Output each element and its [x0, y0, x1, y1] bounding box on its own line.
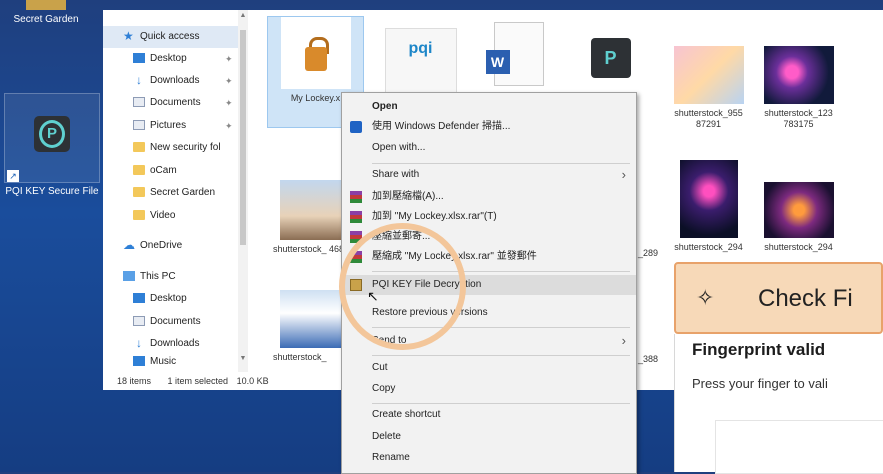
nav-pc-downloads[interactable]: ↓ Downloads: [133, 334, 199, 354]
folder-icon: [133, 210, 145, 221]
file-item-289[interactable]: _289: [633, 244, 663, 259]
download-icon: ↓: [136, 336, 142, 351]
status-selection: 1 item selected: [167, 376, 229, 386]
shortcut-arrow-icon: ↗: [7, 170, 19, 182]
star-icon: ★: [123, 29, 134, 44]
documents-icon: [133, 316, 145, 327]
file-item-word-doc[interactable]: W: [467, 18, 562, 90]
photo-thumbnail: [279, 180, 350, 240]
menu-item-cut[interactable]: Cut: [342, 358, 636, 378]
nav-pc-desktop[interactable]: Desktop: [133, 289, 187, 309]
photo-thumbnail: [279, 290, 350, 348]
status-item-count: 18 items: [117, 376, 152, 386]
nav-documents[interactable]: Documents: [133, 93, 201, 113]
file-item-pqi[interactable]: pqi: [373, 28, 468, 102]
fingerprint-title: Fingerprint valid: [692, 340, 826, 359]
fingerprint-instruction: Press your finger to vali: [692, 376, 828, 391]
desktop-folder-thumbnail: [26, 0, 66, 10]
documents-icon: [133, 97, 145, 108]
file-item-shutterstock-123783175[interactable]: shutterstock_123 783175: [751, 46, 846, 130]
file-item-shutterstock-294-b[interactable]: shutterstock_294: [751, 182, 846, 253]
pin-icon: ✦: [225, 121, 233, 131]
pc-icon: [123, 271, 135, 282]
folder-icon: [133, 165, 145, 176]
nav-downloads[interactable]: ↓ Downloads: [133, 71, 199, 91]
nav-scrollbar[interactable]: ▲ ▼: [238, 10, 248, 372]
nav-video[interactable]: Video: [133, 206, 175, 226]
fingerprint-overlay-panel: ✧ Check Fi Fingerprint valid Press your …: [674, 262, 883, 474]
nav-new-security-folder[interactable]: New security fol: [133, 138, 221, 158]
scroll-up-icon[interactable]: ▲: [238, 12, 248, 19]
panel-header-title: Check Fi: [758, 285, 853, 312]
photo-thumbnail: [673, 46, 744, 104]
music-icon: [133, 356, 145, 367]
menu-separator: [372, 355, 630, 356]
navigation-pane: ★ Quick access Desktop ✦ ↓ Downloads ✦ Doc…: [103, 10, 253, 372]
menu-item-defender-scan[interactable]: 使用 Windows Defender 掃描...: [342, 117, 636, 137]
shield-icon: [350, 121, 362, 133]
locked-file-icon: [280, 17, 351, 89]
photo-thumbnail: [679, 160, 738, 238]
desktop-pqi-key-label[interactable]: PQI KEY Secure File: [0, 186, 104, 197]
nav-secret-garden[interactable]: Secret Garden: [133, 183, 215, 203]
menu-item-delete[interactable]: Delete: [342, 427, 636, 447]
menu-item-share-with[interactable]: Share with ›: [342, 165, 636, 185]
highlight-circle-annotation: [339, 223, 466, 350]
photo-thumbnail: [763, 182, 834, 238]
nav-pictures[interactable]: Pictures: [133, 116, 186, 136]
pqi-app-icon: P: [575, 20, 646, 92]
menu-item-open-with[interactable]: Open with...: [342, 138, 636, 158]
file-item-shutterstock-95587291[interactable]: shutterstock_955 87291: [661, 46, 756, 130]
download-icon: ↓: [136, 73, 142, 88]
pin-icon: ✦: [225, 98, 233, 108]
pqi-thumbnail: pqi: [384, 28, 457, 102]
panel-header: ✧ Check Fi: [674, 262, 883, 334]
cloud-icon: ☁: [123, 238, 135, 253]
desktop-pqi-key-icon[interactable]: P ↗: [4, 93, 100, 183]
nav-pc-music[interactable]: Music: [133, 355, 176, 369]
nav-pc-documents[interactable]: Documents: [133, 312, 201, 332]
nav-desktop[interactable]: Desktop: [133, 49, 187, 69]
pqi-app-icon: P: [34, 116, 70, 152]
pin-icon: ✦: [225, 76, 233, 86]
folder-icon: [133, 142, 145, 153]
menu-item-create-shortcut[interactable]: Create shortcut: [342, 405, 636, 425]
rar-icon: [350, 191, 362, 203]
rar-icon: [350, 211, 362, 223]
file-item-shutterstock-294-a[interactable]: shutterstock_294: [661, 160, 756, 253]
folder-icon: [133, 187, 145, 198]
nav-onedrive[interactable]: ☁ OneDrive: [123, 236, 182, 256]
photo-thumbnail: [763, 46, 834, 104]
fingerprint-sensor-area[interactable]: [715, 420, 883, 474]
menu-item-open[interactable]: Open: [342, 97, 636, 117]
menu-separator: [372, 163, 630, 164]
pictures-icon: [133, 120, 145, 131]
chevron-right-icon: ›: [621, 167, 626, 182]
menu-separator: [372, 403, 630, 404]
chevron-right-icon: ›: [621, 333, 626, 348]
fingerprint-dialog: Fingerprint valid Press your finger to v…: [674, 334, 883, 474]
menu-item-copy[interactable]: Copy: [342, 379, 636, 399]
scroll-down-icon[interactable]: ▼: [238, 355, 248, 362]
sparkle-icon: ✧: [696, 285, 715, 310]
mouse-cursor-icon: ↖: [367, 288, 379, 304]
menu-item-add-to-archive[interactable]: 加到壓縮檔(A)...: [342, 187, 636, 207]
word-document-icon: W: [479, 18, 550, 90]
desktop-icon: [133, 53, 145, 64]
file-item-388[interactable]: _388: [633, 350, 663, 365]
scrollbar-thumb[interactable]: [240, 30, 246, 245]
nav-quick-access[interactable]: ★ Quick access: [123, 27, 199, 47]
nav-this-pc[interactable]: This PC: [123, 267, 176, 287]
menu-item-rename[interactable]: Rename: [342, 448, 636, 468]
desktop-icon: [133, 293, 145, 304]
pin-icon: ✦: [225, 54, 233, 64]
nav-ocam[interactable]: oCam: [133, 161, 177, 181]
desktop-secret-garden-label[interactable]: Secret Garden: [6, 14, 86, 25]
status-size: 10.0 KB: [236, 376, 269, 386]
